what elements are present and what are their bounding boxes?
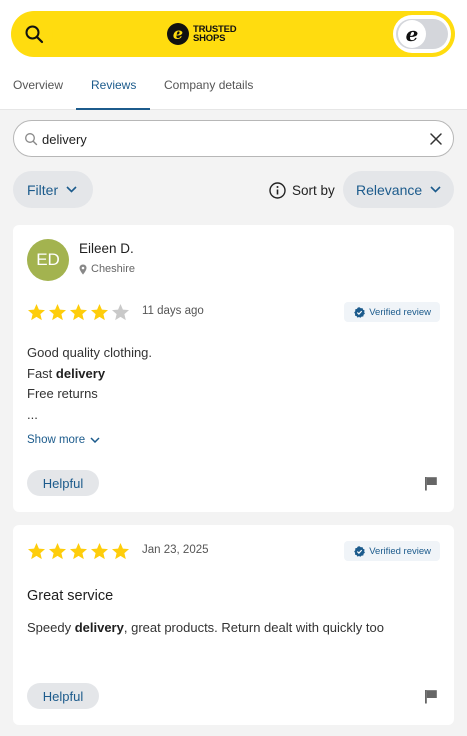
helpful-button[interactable]: Helpful bbox=[27, 683, 99, 709]
tab-overview[interactable]: Overview bbox=[13, 78, 63, 92]
sort-select[interactable]: Relevance bbox=[343, 171, 454, 208]
review-search-field[interactable] bbox=[13, 120, 454, 157]
review-line: ... bbox=[27, 407, 38, 423]
show-more-label: Show more bbox=[27, 434, 86, 446]
active-tab-indicator bbox=[76, 108, 150, 110]
review-date: 11 days ago bbox=[142, 305, 204, 317]
review-date: Jan 23, 2025 bbox=[142, 544, 209, 556]
rating-stars bbox=[27, 542, 130, 561]
verified-label: Verified review bbox=[369, 306, 431, 318]
verified-badge: Verified review bbox=[344, 541, 440, 561]
highlighted-keyword: delivery bbox=[55, 365, 106, 381]
logo-text-line2: SHOPS bbox=[193, 33, 226, 44]
verified-check-icon bbox=[354, 306, 366, 318]
sort-by: Sort by bbox=[269, 180, 335, 200]
star-filled-icon bbox=[28, 304, 45, 321]
review-card: Jan 23, 2025 Verified review Great servi… bbox=[13, 525, 454, 725]
review-text: Good quality clothing. Fast delivery Fre… bbox=[27, 343, 152, 426]
search-icon bbox=[25, 25, 44, 44]
theme-toggle[interactable]: e bbox=[393, 15, 451, 53]
close-icon[interactable] bbox=[429, 132, 443, 146]
review-line: Free returns bbox=[27, 386, 98, 402]
chevron-down-icon bbox=[66, 186, 77, 193]
app-header: e TRUSTED SHOPS e Overview Reviews Compa… bbox=[0, 0, 467, 110]
star-filled-icon bbox=[70, 543, 87, 560]
filter-label: Filter bbox=[27, 181, 59, 198]
star-filled-icon bbox=[49, 543, 66, 560]
chevron-down-icon bbox=[90, 437, 100, 443]
star-filled-icon bbox=[49, 304, 66, 321]
review-text-prefix: Speedy bbox=[27, 620, 75, 635]
search-icon bbox=[25, 133, 38, 146]
info-icon[interactable] bbox=[269, 181, 286, 199]
review-text: Speedy delivery, great products. Return … bbox=[27, 618, 384, 639]
header-search-button[interactable] bbox=[15, 15, 53, 53]
verified-check-icon bbox=[354, 545, 366, 557]
review-line-prefix: Fast bbox=[27, 365, 56, 381]
show-more-link[interactable]: Show more bbox=[27, 434, 100, 446]
location-text: Cheshire bbox=[91, 263, 136, 275]
star-filled-icon bbox=[28, 543, 45, 560]
sort-value: Relevance bbox=[356, 181, 423, 198]
tab-bar: Overview Reviews Company details bbox=[0, 70, 467, 110]
verified-label: Verified review bbox=[369, 545, 431, 557]
location-pin-icon bbox=[79, 264, 87, 274]
helpful-button[interactable]: Helpful bbox=[27, 470, 99, 496]
chevron-down-icon bbox=[430, 186, 441, 193]
logo-mark: e bbox=[167, 23, 189, 45]
sort-label: Sort by bbox=[292, 182, 335, 198]
toggle-track: e bbox=[396, 19, 448, 49]
search-input[interactable] bbox=[42, 128, 422, 150]
flag-icon[interactable] bbox=[424, 689, 438, 704]
verified-badge: Verified review bbox=[344, 302, 440, 322]
flag-icon[interactable] bbox=[424, 476, 438, 491]
reviewer-location: Cheshire bbox=[79, 263, 135, 275]
avatar: ED bbox=[27, 239, 69, 281]
toggle-knob: e bbox=[398, 20, 426, 48]
highlighted-keyword: delivery bbox=[74, 620, 124, 635]
trusted-shops-logo[interactable]: e TRUSTED SHOPS bbox=[167, 19, 237, 49]
star-filled-icon bbox=[70, 304, 87, 321]
rating-stars bbox=[27, 303, 130, 322]
header-bar: e TRUSTED SHOPS e bbox=[11, 11, 455, 57]
review-line: Fast delivery bbox=[27, 364, 152, 385]
filter-button[interactable]: Filter bbox=[13, 171, 93, 208]
review-title: Great service bbox=[27, 588, 114, 604]
review-card: ED Eileen D. Cheshire 11 days ago Verifi… bbox=[13, 225, 454, 512]
reviewer-name: Eileen D. bbox=[79, 241, 134, 256]
star-filled-icon bbox=[91, 543, 108, 560]
tab-reviews[interactable]: Reviews bbox=[91, 78, 136, 92]
logo-text: TRUSTED SHOPS bbox=[193, 25, 237, 44]
star-filled-icon bbox=[91, 304, 108, 321]
review-line: Good quality clothing. bbox=[27, 345, 153, 360]
review-text-suffix: , great products. Return dealt with quic… bbox=[123, 620, 384, 635]
star-empty-icon bbox=[112, 304, 129, 321]
tab-company-details[interactable]: Company details bbox=[164, 78, 253, 92]
star-filled-icon bbox=[112, 543, 129, 560]
